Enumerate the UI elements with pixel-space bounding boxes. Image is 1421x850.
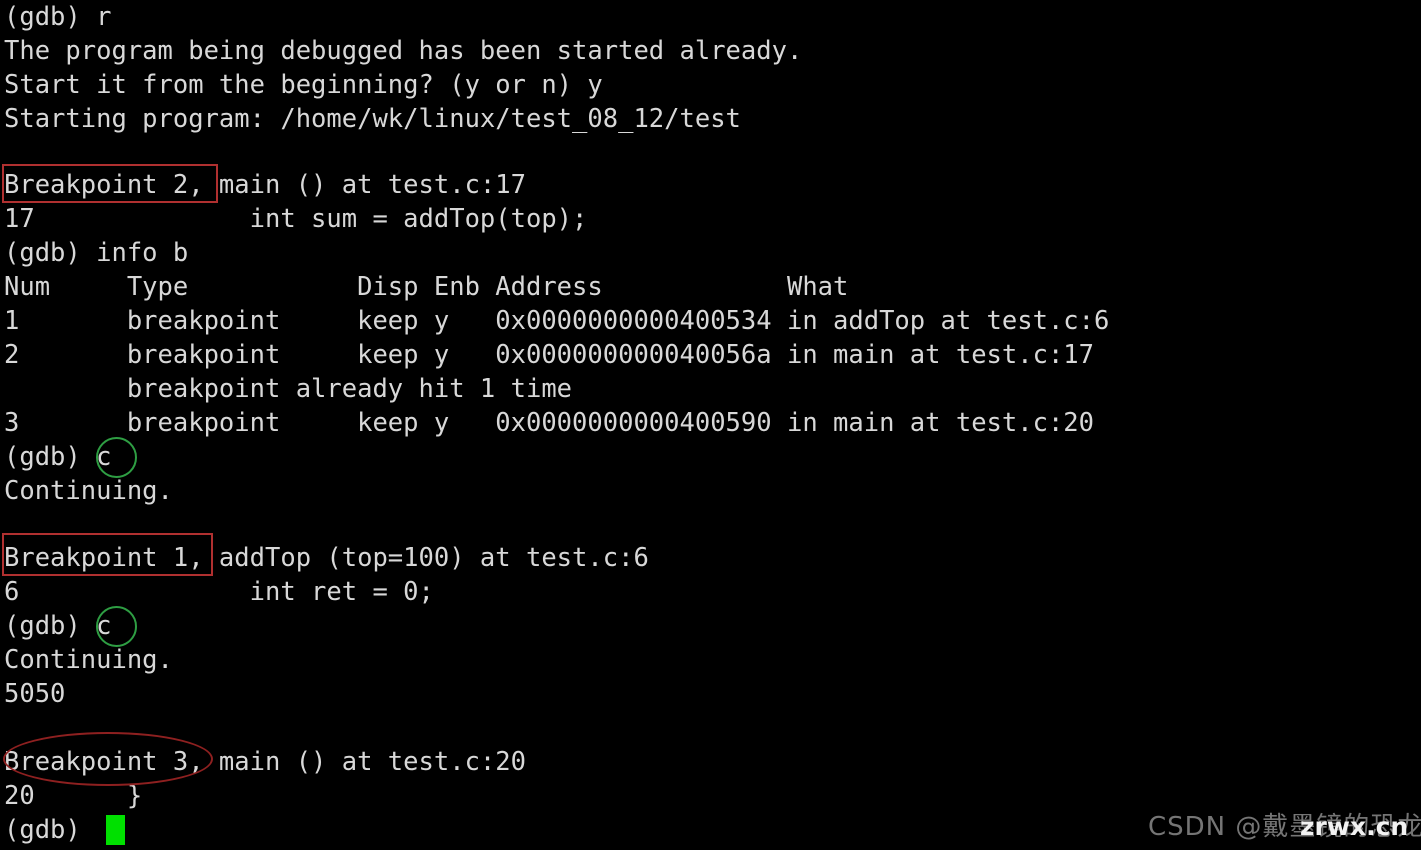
- terminal-line: (gdb) r: [4, 2, 112, 32]
- terminal-line-breakpoint-2-hit: Breakpoint 2, main () at test.c:17: [4, 170, 526, 200]
- terminal-line-program-output: 5050: [4, 679, 66, 709]
- terminal-line-breakpoint-1-hit: Breakpoint 1, addTop (top=100) at test.c…: [4, 543, 649, 573]
- terminal-line-table-row: 1 breakpoint keep y 0x0000000000400534 i…: [4, 306, 1110, 336]
- terminal-line-table-header: Num Type Disp Enb Address What: [4, 272, 849, 302]
- terminal-line: 20 }: [4, 781, 143, 811]
- terminal-cursor: [106, 815, 125, 845]
- terminal-window: (gdb) r The program being debugged has b…: [0, 0, 1421, 850]
- terminal-line-info-b-command: (gdb) info b: [4, 238, 189, 268]
- terminal-line-table-row: 2 breakpoint keep y 0x000000000040056a i…: [4, 340, 1095, 370]
- terminal-line-continue-command: (gdb) c: [4, 442, 112, 472]
- terminal-prompt-line: (gdb): [4, 815, 97, 845]
- terminal-line-breakpoint-3-hit: Breakpoint 3, main () at test.c:20: [4, 747, 526, 777]
- terminal-line: Continuing.: [4, 476, 173, 506]
- terminal-line: Continuing.: [4, 645, 173, 675]
- terminal-line: Start it from the beginning? (y or n) y: [4, 70, 603, 100]
- watermark-overlay: zrwx.cn: [1300, 812, 1409, 841]
- terminal-line: 17 int sum = addTop(top);: [4, 204, 588, 234]
- terminal-screen[interactable]: (gdb) r The program being debugged has b…: [0, 0, 1421, 850]
- terminal-line: Starting program: /home/wk/linux/test_08…: [4, 104, 741, 134]
- terminal-line-table-row: 3 breakpoint keep y 0x0000000000400590 i…: [4, 408, 1095, 438]
- terminal-line-table-note: breakpoint already hit 1 time: [4, 374, 573, 404]
- terminal-line: The program being debugged has been star…: [4, 36, 803, 66]
- terminal-line: 6 int ret = 0;: [4, 577, 434, 607]
- terminal-line-continue-command: (gdb) c: [4, 611, 112, 641]
